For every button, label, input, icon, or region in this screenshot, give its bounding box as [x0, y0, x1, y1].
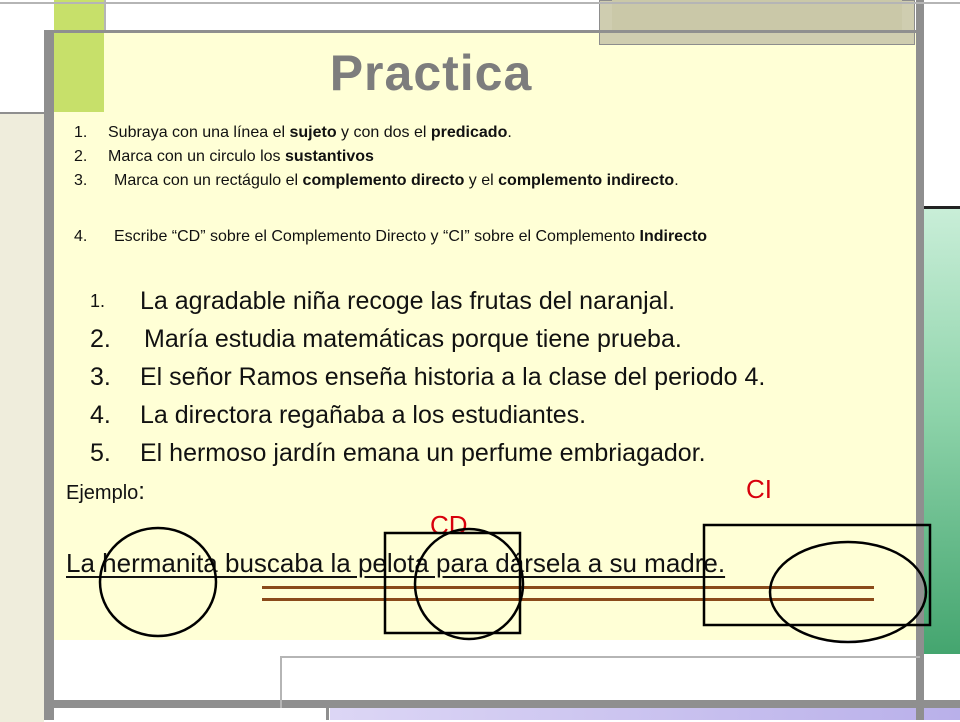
- noun-circle-hermanita: [98, 526, 218, 638]
- indirect-object-box: [702, 523, 932, 627]
- direct-object-box: [383, 531, 522, 635]
- noun-circle-madre: [768, 540, 928, 644]
- example-markup-shapes: [98, 523, 932, 644]
- noun-circle-pelota: [413, 527, 525, 641]
